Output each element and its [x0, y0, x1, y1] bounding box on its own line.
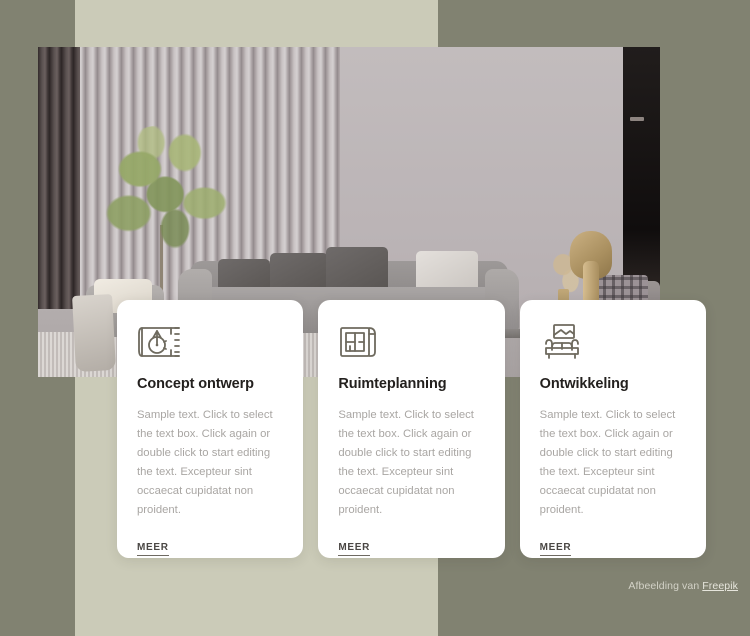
feature-card-concept-ontwerp[interactable]: Concept ontwerp Sample text. Click to se… — [117, 300, 304, 558]
card-body-text: Sample text. Click to select the text bo… — [137, 409, 273, 516]
image-credit-prefix: Afbeelding van — [628, 580, 703, 592]
sofa-icon — [540, 322, 686, 362]
feature-card-ruimteplanning[interactable]: Ruimteplanning Sample text. Click to sel… — [318, 300, 505, 558]
photo-door-handle — [630, 117, 644, 121]
freepik-link[interactable]: Freepik — [702, 580, 738, 592]
photo-chair-throw — [72, 294, 116, 372]
page-canvas: Concept ontwerp Sample text. Click to se… — [0, 0, 750, 636]
card-more-link[interactable]: MEER — [338, 542, 371, 556]
blueprint-compass-icon — [137, 322, 283, 362]
feature-card-list: Concept ontwerp Sample text. Click to se… — [117, 300, 706, 558]
card-title: Ontwikkeling — [539, 376, 629, 392]
feature-card-ontwikkeling[interactable]: Ontwikkeling Sample text. Click to selec… — [519, 300, 706, 558]
card-body-text: Sample text. Click to select the text bo… — [338, 409, 474, 516]
card-title: Concept ontwerp — [137, 376, 254, 392]
photo-dark-doorway — [623, 47, 660, 309]
card-body-text: Sample text. Click to select the text bo… — [539, 409, 676, 516]
card-more-link[interactable]: MEER — [137, 542, 169, 556]
floor-plan-icon — [338, 322, 484, 362]
image-credit: Afbeelding van Freepik — [628, 580, 738, 592]
card-more-link[interactable]: MEER — [539, 542, 572, 556]
card-title: Ruimteplanning — [338, 376, 447, 392]
